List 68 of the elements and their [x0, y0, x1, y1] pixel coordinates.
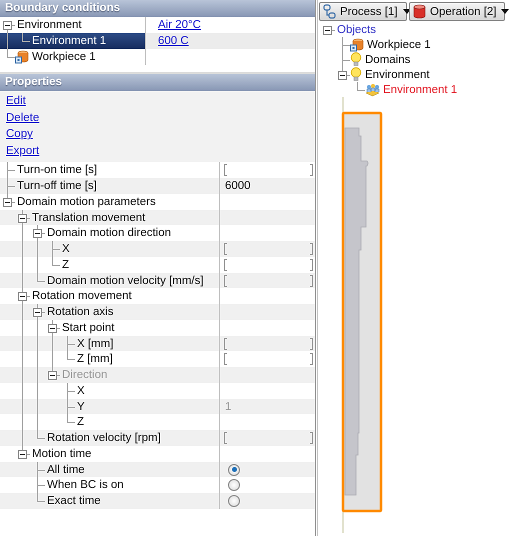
collapse-icon[interactable]	[48, 324, 57, 333]
group-label: Domain motion direction	[46, 227, 172, 240]
radio-button[interactable]	[228, 464, 240, 476]
tree-item-label[interactable]: Domains	[363, 54, 410, 66]
collapse-icon[interactable]	[338, 70, 347, 80]
input-field[interactable]	[224, 243, 313, 255]
tree-item-label[interactable]: Workpiece 1	[365, 38, 431, 50]
cylinder-icon	[413, 4, 426, 19]
property-label: Z [mm]	[76, 353, 113, 366]
input-field[interactable]	[224, 258, 313, 271]
lightbulb-icon	[350, 52, 362, 67]
input-field[interactable]	[224, 338, 313, 350]
collapse-icon[interactable]	[18, 214, 27, 222]
group-label: Motion time	[31, 448, 92, 460]
property-label: Rotation velocity [rpm]	[46, 432, 161, 444]
lightbulb-icon	[350, 67, 362, 82]
property-label: Z	[76, 416, 84, 428]
tree-item-label[interactable]: Environment 1	[381, 84, 458, 96]
group-label: Direction	[61, 369, 108, 381]
tree-item-label[interactable]: Objects	[335, 24, 376, 36]
caret-icon	[501, 9, 510, 14]
collapse-icon[interactable]	[323, 26, 332, 34]
tree-item-label[interactable]: Workpiece 1	[30, 51, 96, 63]
value-link[interactable]: Air 20°C	[158, 19, 201, 31]
property-label: Turn-on time [s]	[16, 164, 98, 176]
group-label: Start point	[61, 322, 114, 334]
panel-header: Properties	[0, 74, 315, 91]
action-link[interactable]: Delete	[6, 112, 40, 124]
input-field[interactable]	[224, 164, 313, 176]
input-field[interactable]	[224, 274, 313, 286]
collapse-icon[interactable]	[3, 21, 12, 30]
property-label: X	[76, 384, 85, 397]
workpiece-icon	[350, 38, 364, 52]
property-label: All time	[46, 464, 85, 476]
action-link[interactable]: Copy	[6, 128, 33, 140]
input-field[interactable]	[224, 432, 313, 444]
value-link[interactable]: 600 C	[158, 35, 189, 47]
property-label: Z	[61, 258, 70, 271]
process-dropdown[interactable]: Process [1]	[319, 2, 407, 21]
radio-button[interactable]	[228, 479, 240, 492]
property-label: X [mm]	[76, 338, 114, 350]
collapse-icon[interactable]	[33, 229, 42, 238]
action-link[interactable]: Export	[6, 145, 40, 158]
collapse-icon[interactable]	[18, 292, 27, 302]
property-label: Y	[76, 400, 85, 412]
action-link[interactable]: Edit	[6, 95, 26, 108]
group-label: Rotation axis	[46, 306, 114, 318]
property-value: 1	[224, 400, 232, 412]
tree-item-label[interactable]: Environment	[363, 68, 430, 80]
collapse-icon[interactable]	[3, 198, 12, 207]
workpiece-icon	[15, 50, 29, 64]
tree-item-label[interactable]: Environment	[15, 19, 82, 31]
group-label: Translation movement	[31, 212, 146, 224]
property-value: 6000	[224, 180, 251, 192]
collapse-icon[interactable]	[18, 450, 27, 459]
property-label: Turn-off time [s]	[16, 180, 97, 192]
process-icon	[323, 4, 336, 19]
panel-header: Boundary conditions	[0, 0, 315, 17]
radio-button[interactable]	[228, 495, 240, 507]
group-label: Rotation movement	[31, 290, 132, 302]
input-field[interactable]	[224, 353, 313, 366]
collapse-icon[interactable]	[33, 308, 42, 317]
property-label: Exact time	[46, 495, 101, 507]
property-label: Domain motion velocity [mm/s]	[46, 274, 204, 286]
property-label: X	[61, 243, 70, 255]
group-label: Domain motion parameters	[16, 196, 156, 208]
property-label: When BC is on	[46, 479, 124, 492]
group-icon	[365, 82, 380, 96]
